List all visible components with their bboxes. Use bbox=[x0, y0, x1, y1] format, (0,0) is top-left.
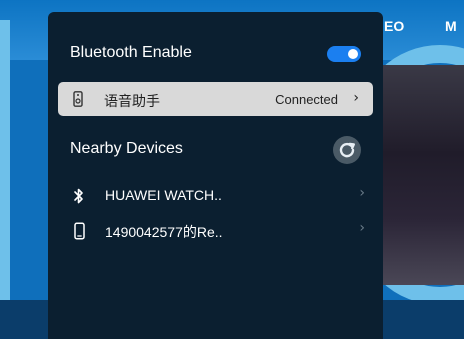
connected-status: Connected bbox=[275, 92, 338, 107]
nearby-device-row[interactable]: 1490042577的Re.. › bbox=[70, 220, 365, 244]
chevron-right-icon: › bbox=[359, 185, 365, 201]
connected-device-row[interactable]: 语音助手 Connected › bbox=[58, 82, 373, 116]
nearby-device-name: HUAWEI WATCH.. bbox=[105, 187, 222, 203]
speaker-icon bbox=[73, 91, 83, 107]
nearby-device-row[interactable]: HUAWEI WATCH.. › bbox=[70, 185, 365, 209]
bluetooth-panel: Bluetooth Enable 语音助手 Connected › Nearby… bbox=[48, 12, 383, 339]
phone-icon bbox=[74, 222, 85, 240]
bluetooth-icon bbox=[74, 188, 83, 204]
bluetooth-enable-label: Bluetooth Enable bbox=[70, 44, 192, 61]
background-tab-video[interactable]: EO bbox=[384, 18, 404, 34]
background-tab-m[interactable]: M bbox=[445, 18, 457, 34]
background-photo bbox=[380, 65, 464, 285]
nearby-devices-label: Nearby Devices bbox=[70, 140, 183, 157]
chevron-right-icon: › bbox=[353, 90, 359, 106]
refresh-icon bbox=[339, 142, 355, 158]
bluetooth-toggle[interactable] bbox=[327, 46, 361, 62]
nearby-device-name: 1490042577的Re.. bbox=[105, 224, 223, 240]
connected-device-name: 语音助手 bbox=[104, 94, 160, 110]
chevron-right-icon: › bbox=[359, 220, 365, 236]
background-left-edge bbox=[0, 20, 10, 339]
refresh-button[interactable] bbox=[333, 136, 361, 164]
toggle-knob bbox=[348, 49, 358, 59]
